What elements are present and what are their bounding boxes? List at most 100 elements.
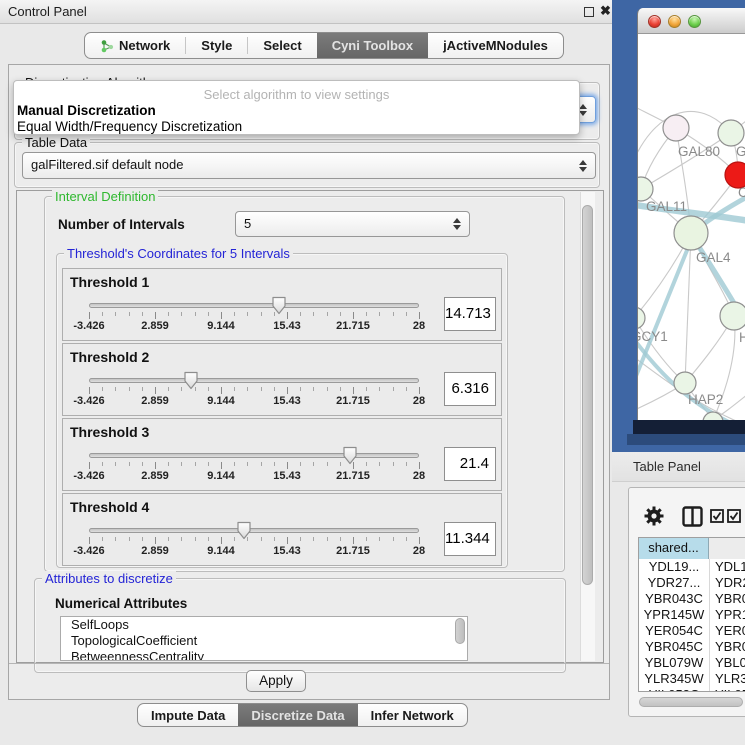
slider-tick-label: 15.43 bbox=[273, 320, 301, 332]
attribute-list-item[interactable]: SelfLoops bbox=[61, 617, 467, 633]
attribute-list-item[interactable]: TopologicalCoefficient bbox=[61, 633, 467, 649]
cell-name: YLR345W bbox=[709, 671, 745, 687]
checkbox-icon[interactable] bbox=[710, 509, 724, 523]
tab-impute-data[interactable]: Impute Data bbox=[138, 704, 238, 726]
threshold-value-field[interactable]: 21.4 bbox=[444, 447, 496, 481]
number-of-intervals-select[interactable]: 5 bbox=[235, 211, 470, 237]
slider-track[interactable] bbox=[89, 378, 419, 383]
float-window-icon[interactable] bbox=[584, 7, 594, 17]
slider-thumb[interactable] bbox=[183, 371, 199, 390]
window-shadow bbox=[627, 434, 745, 445]
slider-tick bbox=[89, 312, 90, 319]
network-node-node-g[interactable] bbox=[718, 120, 744, 146]
slider-tick-label: 9.144 bbox=[207, 395, 235, 407]
tab-style[interactable]: Style bbox=[186, 33, 247, 58]
numerical-attributes-list[interactable]: SelfLoopsTopologicalCoefficientBetweenne… bbox=[60, 616, 468, 661]
network-node-gal80[interactable] bbox=[663, 115, 689, 141]
network-node-gal4[interactable] bbox=[674, 216, 708, 250]
slider-tick bbox=[353, 312, 354, 319]
algorithm-option-manual[interactable]: Manual Discretization bbox=[16, 103, 570, 118]
threshold-panel-1: Threshold 1-3.4262.8599.14415.4321.71528… bbox=[62, 268, 502, 341]
table-row[interactable]: YPR145WYPR145W bbox=[639, 607, 745, 623]
network-node-hap2[interactable] bbox=[674, 372, 696, 394]
tab-infer-network[interactable]: Infer Network bbox=[358, 704, 467, 726]
table-row[interactable]: YER054CYER054C bbox=[639, 623, 745, 639]
settings-scrollbar-thumb[interactable] bbox=[582, 205, 593, 585]
slider-thumb[interactable] bbox=[236, 521, 252, 540]
slider-tick bbox=[287, 387, 288, 394]
cell-name: YBR045C bbox=[709, 639, 745, 655]
network-node-label: HAP2 bbox=[688, 392, 723, 407]
slider-tick bbox=[274, 537, 275, 541]
network-node-h-node[interactable] bbox=[720, 302, 745, 330]
slider-tick bbox=[393, 387, 394, 391]
close-traffic-light-icon[interactable] bbox=[648, 15, 661, 28]
network-canvas[interactable]: GAL80GACGAL11GAL4GCY1HHAP2 bbox=[638, 34, 745, 420]
table-hscrollbar-thumb[interactable] bbox=[639, 697, 743, 707]
slider-tick bbox=[181, 462, 182, 466]
number-of-intervals-value: 5 bbox=[244, 216, 251, 231]
slider-track[interactable] bbox=[89, 453, 419, 458]
slider-tick bbox=[129, 312, 130, 316]
apply-button[interactable]: Apply bbox=[246, 670, 306, 692]
tab-jactivemnodules[interactable]: jActiveMNodules bbox=[428, 33, 563, 58]
algorithm-option-equal-width[interactable]: Equal Width/Frequency Discretization bbox=[16, 119, 570, 134]
slider-tick-label: 21.715 bbox=[336, 545, 370, 557]
slider-tick bbox=[208, 312, 209, 316]
network-window-title-bar[interactable] bbox=[638, 8, 745, 34]
close-window-icon[interactable]: ✖ bbox=[600, 3, 611, 19]
tab-cyni-toolbox[interactable]: Cyni Toolbox bbox=[317, 33, 428, 58]
network-node-label: C bbox=[738, 185, 745, 200]
slider-tick-label: 2.859 bbox=[141, 545, 169, 557]
table-data-select[interactable]: galFiltered.sif default node bbox=[22, 152, 596, 179]
slider-tick bbox=[366, 312, 367, 316]
table-row[interactable]: YBR045CYBR045C bbox=[639, 639, 745, 655]
slider-tick bbox=[261, 312, 262, 316]
slider-tick bbox=[340, 462, 341, 466]
slider-tick bbox=[142, 312, 143, 316]
slider-tick bbox=[327, 387, 328, 391]
table-row[interactable]: YIL052CYIL052C bbox=[639, 687, 745, 692]
tab-network[interactable]: Network bbox=[85, 33, 185, 58]
slider-tick bbox=[234, 537, 235, 541]
table-row[interactable]: YBL079WYBL079W bbox=[639, 655, 745, 671]
minimize-traffic-light-icon[interactable] bbox=[668, 15, 681, 28]
control-panel-title-bar: Control Panel ✖ bbox=[0, 0, 612, 24]
cell-name: YIL052C bbox=[709, 687, 745, 692]
cell-shared-name: YBL079W bbox=[639, 655, 709, 671]
column-header-name[interactable]: na bbox=[709, 538, 745, 559]
threshold-label: Threshold 2 bbox=[70, 349, 149, 365]
slider-track[interactable] bbox=[89, 528, 419, 533]
slider-tick bbox=[155, 462, 156, 469]
slider-tick bbox=[393, 462, 394, 466]
slider-thumb[interactable] bbox=[342, 446, 358, 465]
attribute-list-item[interactable]: BetweennessCentrality bbox=[61, 649, 467, 661]
column-header-shared-name[interactable]: shared... bbox=[639, 538, 709, 559]
column-view-icon[interactable] bbox=[682, 506, 703, 527]
slider-tick bbox=[247, 387, 248, 391]
slider-track[interactable] bbox=[89, 303, 419, 308]
threshold-panel-2: Threshold 2-3.4262.8599.14415.4321.71528… bbox=[62, 343, 502, 416]
slider-thumb[interactable] bbox=[271, 296, 287, 315]
threshold-value-field[interactable]: 11.344 bbox=[444, 522, 496, 556]
table-row[interactable]: YLR345WYLR345W bbox=[639, 671, 745, 687]
table-row[interactable]: YBR043CYBR043C bbox=[639, 591, 745, 607]
network-icon bbox=[100, 39, 114, 53]
table-row[interactable]: YDL19...YDL19 bbox=[639, 559, 745, 575]
threshold-panel-3: Threshold 3-3.4262.8599.14415.4321.71528… bbox=[62, 418, 502, 491]
tab-select[interactable]: Select bbox=[248, 33, 316, 58]
slider-tick-label: 9.144 bbox=[207, 470, 235, 482]
slider-tick bbox=[89, 387, 90, 394]
network-node-gcy1[interactable] bbox=[638, 307, 645, 329]
table-row[interactable]: YDR27...YDR27 bbox=[639, 575, 745, 591]
gear-icon[interactable] bbox=[643, 505, 665, 527]
attributes-list-scrollbar-thumb[interactable] bbox=[455, 618, 465, 644]
network-node-label: GAL80 bbox=[678, 144, 720, 159]
zoom-traffic-light-icon[interactable] bbox=[688, 15, 701, 28]
window-title: Control Panel bbox=[8, 4, 87, 19]
tab-discretize-data[interactable]: Discretize Data bbox=[238, 704, 357, 726]
threshold-value-field[interactable]: 6.316 bbox=[444, 372, 496, 406]
slider-tick bbox=[327, 537, 328, 541]
checkbox-icon[interactable] bbox=[727, 509, 741, 523]
threshold-value-field[interactable]: 14.713 bbox=[444, 297, 496, 331]
